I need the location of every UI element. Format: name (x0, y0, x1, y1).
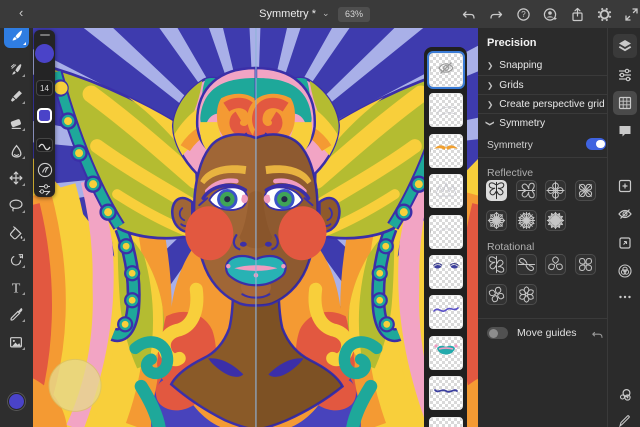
svg-text:T: T (12, 281, 21, 294)
svg-text:?: ? (521, 10, 526, 19)
